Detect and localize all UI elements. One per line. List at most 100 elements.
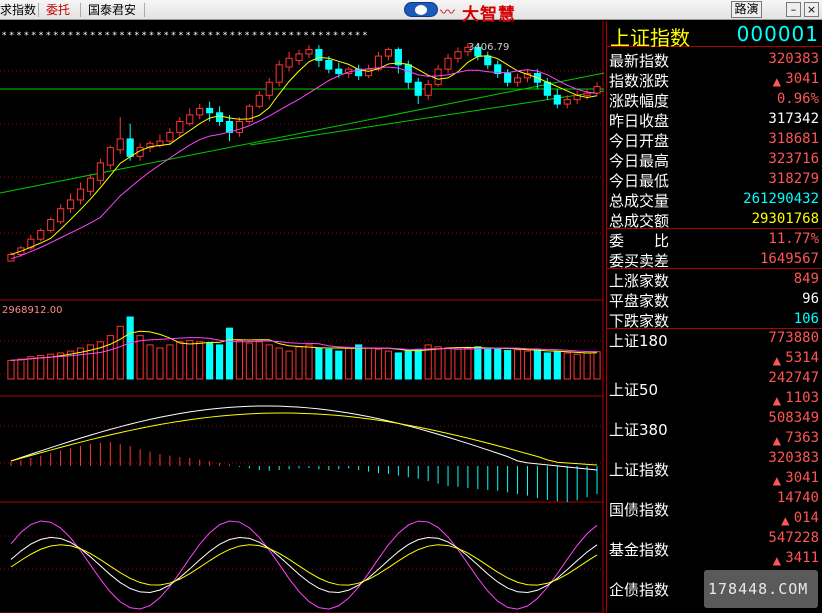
volume-bar — [464, 347, 472, 380]
candle-body — [484, 55, 492, 66]
quote-value: 96 — [802, 291, 819, 307]
volume-layer — [7, 316, 601, 380]
candle-body — [335, 68, 343, 75]
candle-body — [414, 81, 422, 96]
kdj-layer — [10, 520, 598, 610]
volume-bar — [17, 358, 25, 380]
candles-layer — [7, 43, 601, 262]
quote-row: 平盘家数 96 — [607, 289, 822, 310]
watermark-text: 178448.COM — [708, 580, 809, 598]
candle-body — [364, 68, 373, 77]
close-button[interactable]: × — [804, 2, 819, 17]
candle-body — [215, 112, 224, 122]
volume-bar — [553, 351, 561, 380]
up-arrow-icon: ▲ — [781, 513, 790, 529]
candle-body — [106, 147, 114, 166]
index-name: 上证指数 — [610, 26, 690, 50]
volume-bar — [27, 356, 35, 380]
volume-bar — [533, 349, 542, 380]
volume-bar — [156, 347, 164, 380]
index-label: 上证50 — [609, 381, 659, 399]
index-label: 上证指数 — [609, 461, 670, 479]
index-change: 3041 — [785, 470, 819, 486]
volume-bar — [37, 354, 45, 380]
volume-bar — [136, 335, 144, 380]
volume-bar — [315, 347, 323, 380]
volume-bar — [295, 346, 303, 380]
minimize-button[interactable]: – — [786, 2, 801, 17]
macd-layer — [10, 405, 598, 502]
candle-body — [265, 81, 273, 96]
index-row[interactable]: 上证180 773880 5314 ▲ — [607, 329, 822, 369]
logo-mark-icon — [404, 2, 438, 17]
panel-header: 上证指数 000001 — [607, 21, 822, 50]
volume-bar — [494, 348, 502, 380]
quote-value: 320383 — [768, 51, 819, 67]
index-value: 14740 — [776, 490, 819, 506]
quote-row: 昨日收盘 317342 — [607, 109, 822, 130]
index-value: 773880 — [768, 330, 819, 346]
index-change: 3411 — [785, 550, 819, 566]
toolbar-item-trade[interactable]: 委托 — [46, 2, 70, 18]
up-arrow-icon: ▲ — [772, 74, 781, 90]
volume-bar — [47, 353, 55, 380]
candle-body — [176, 120, 184, 133]
volume-bar — [543, 352, 551, 380]
up-arrow-icon: ▲ — [772, 353, 781, 369]
volume-bar — [285, 350, 293, 380]
index-change: 7363 — [785, 430, 819, 446]
toolbar-item-index[interactable]: 求指数 — [0, 2, 36, 18]
quote-value: 3041 — [785, 71, 819, 87]
quote-row: 总成交额 29301768 — [607, 209, 822, 230]
quote-label: 委 比 — [609, 232, 670, 250]
quote-row: 最新指数 320383 — [607, 49, 822, 70]
price-header-marks: * * * * * * * * * * * * * * * * * * * * … — [2, 31, 368, 41]
rising-trend-line-2 — [249, 90, 604, 146]
index-row[interactable]: 国债指数 14740 014 ▲ — [607, 489, 822, 529]
index-row[interactable]: 上证50 242747 1103 ▲ — [607, 369, 822, 409]
quote-value: 106 — [793, 311, 819, 327]
index-change: 5314 — [785, 350, 819, 366]
index-row[interactable]: 上证指数 320383 3041 ▲ — [607, 449, 822, 489]
quote-row: 委 比 11.77% — [607, 229, 822, 250]
index-row[interactable]: 基金指数 547228 3411 ▲ — [607, 529, 822, 569]
volume-bar — [523, 350, 532, 380]
quote-label: 最新指数 — [609, 52, 670, 70]
candle-body — [285, 57, 293, 68]
toolbar-item-broker[interactable]: 国泰君安 — [88, 2, 136, 18]
volume-bar — [7, 359, 15, 380]
volume-bar — [513, 349, 522, 380]
candle-body — [404, 64, 412, 83]
index-label: 上证180 — [609, 332, 668, 350]
quote-row: 今日最低 318279 — [607, 169, 822, 190]
volume-bar — [404, 350, 412, 380]
volume-bar — [206, 342, 214, 380]
candle-body — [513, 77, 522, 83]
candle-body — [384, 49, 393, 57]
volume-bar — [106, 335, 114, 380]
volume-bar — [454, 348, 462, 380]
candle-body — [394, 49, 402, 66]
volume-bar — [364, 347, 373, 380]
candle-body — [206, 107, 214, 114]
candle-body — [86, 177, 95, 192]
watermark: 178448.COM — [704, 570, 818, 608]
quote-label: 上涨家数 — [609, 272, 670, 290]
candle-body — [196, 107, 204, 116]
quote-value: 323716 — [768, 151, 819, 167]
candle-body — [504, 73, 512, 83]
chart-grid — [0, 21, 604, 613]
volume-bar — [146, 344, 154, 380]
volume-bar — [384, 350, 393, 380]
candle-body — [76, 188, 85, 201]
candle-body — [593, 86, 601, 94]
candle-body — [235, 120, 244, 133]
index-row[interactable]: 上证380 508349 7363 ▲ — [607, 409, 822, 449]
volume-bar — [225, 327, 234, 380]
kline-chart[interactable]: * * * * * * * * * * * * * * * * * * * * … — [0, 21, 604, 613]
candle-body — [225, 120, 234, 133]
quote-value: 261290432 — [743, 191, 819, 207]
roadshow-button[interactable]: 路演 — [731, 1, 762, 18]
candle-body — [454, 51, 462, 59]
candle-body — [166, 131, 174, 142]
